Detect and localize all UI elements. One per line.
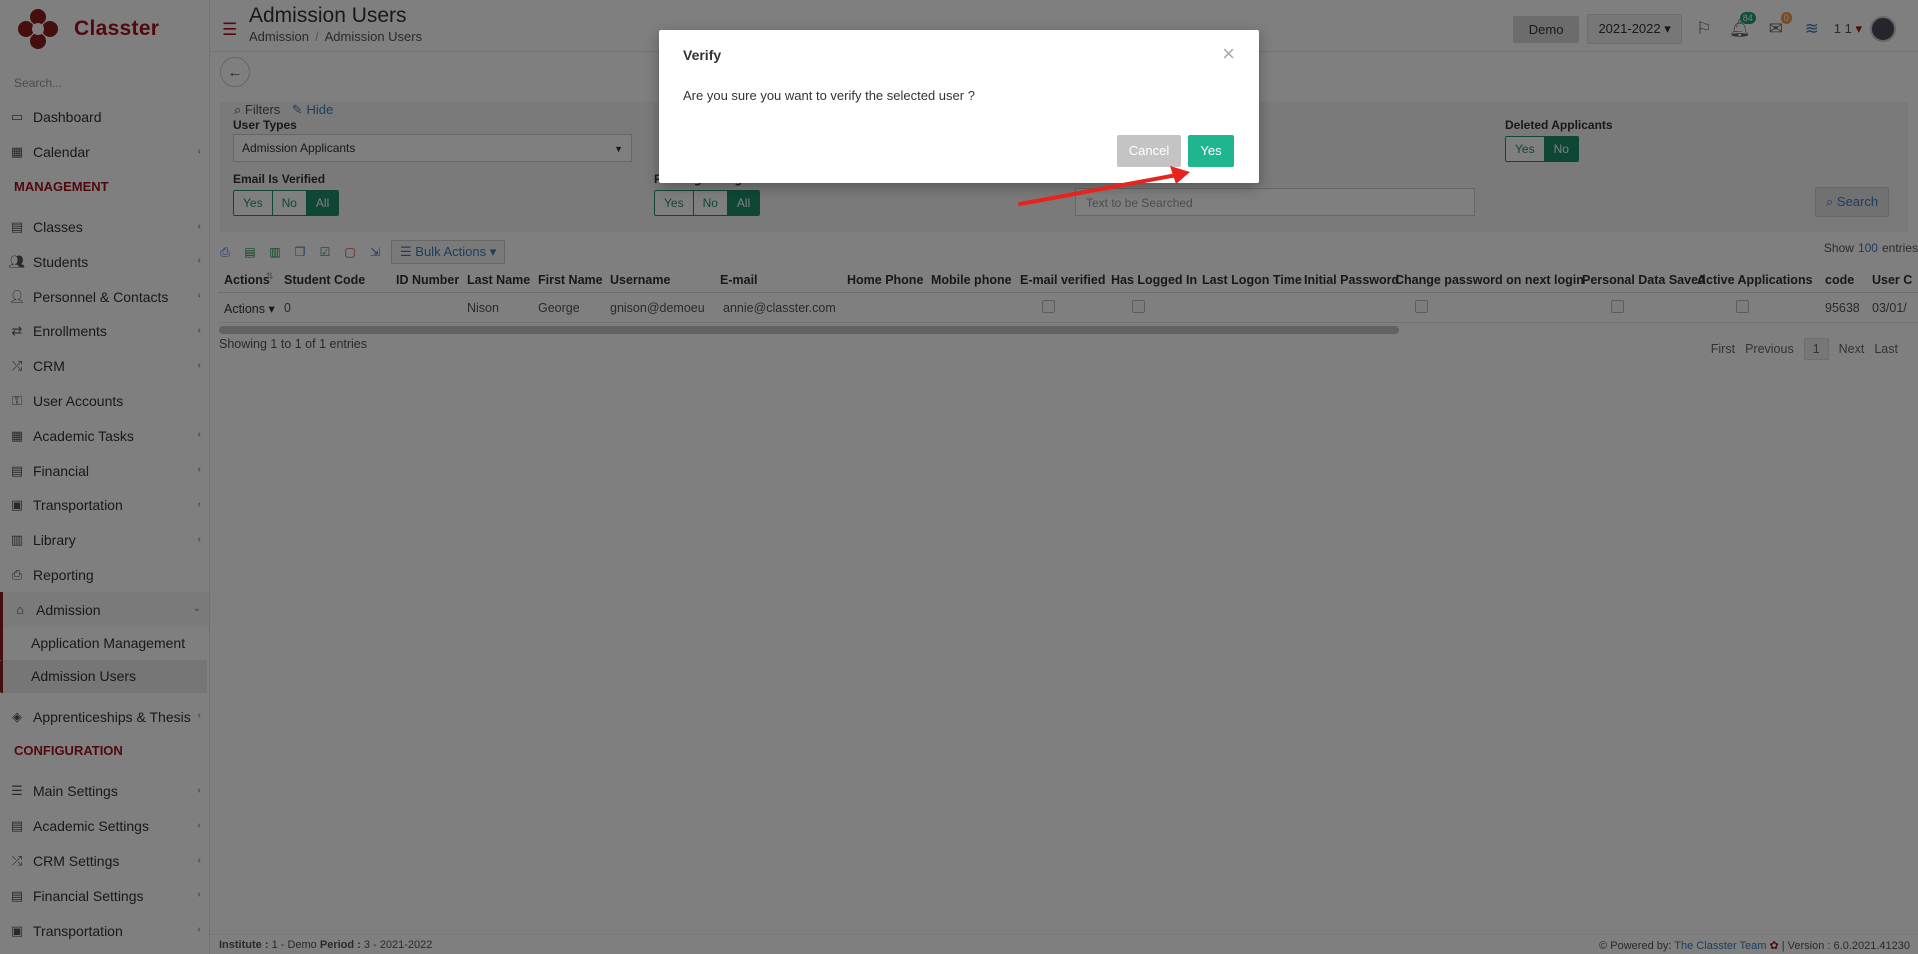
close-icon[interactable]: × [1222, 43, 1235, 65]
annotation-arrow-icon [1018, 166, 1190, 206]
dialog-title: Verify [683, 47, 722, 63]
dialog-message: Are you sure you want to verify the sele… [683, 88, 975, 103]
